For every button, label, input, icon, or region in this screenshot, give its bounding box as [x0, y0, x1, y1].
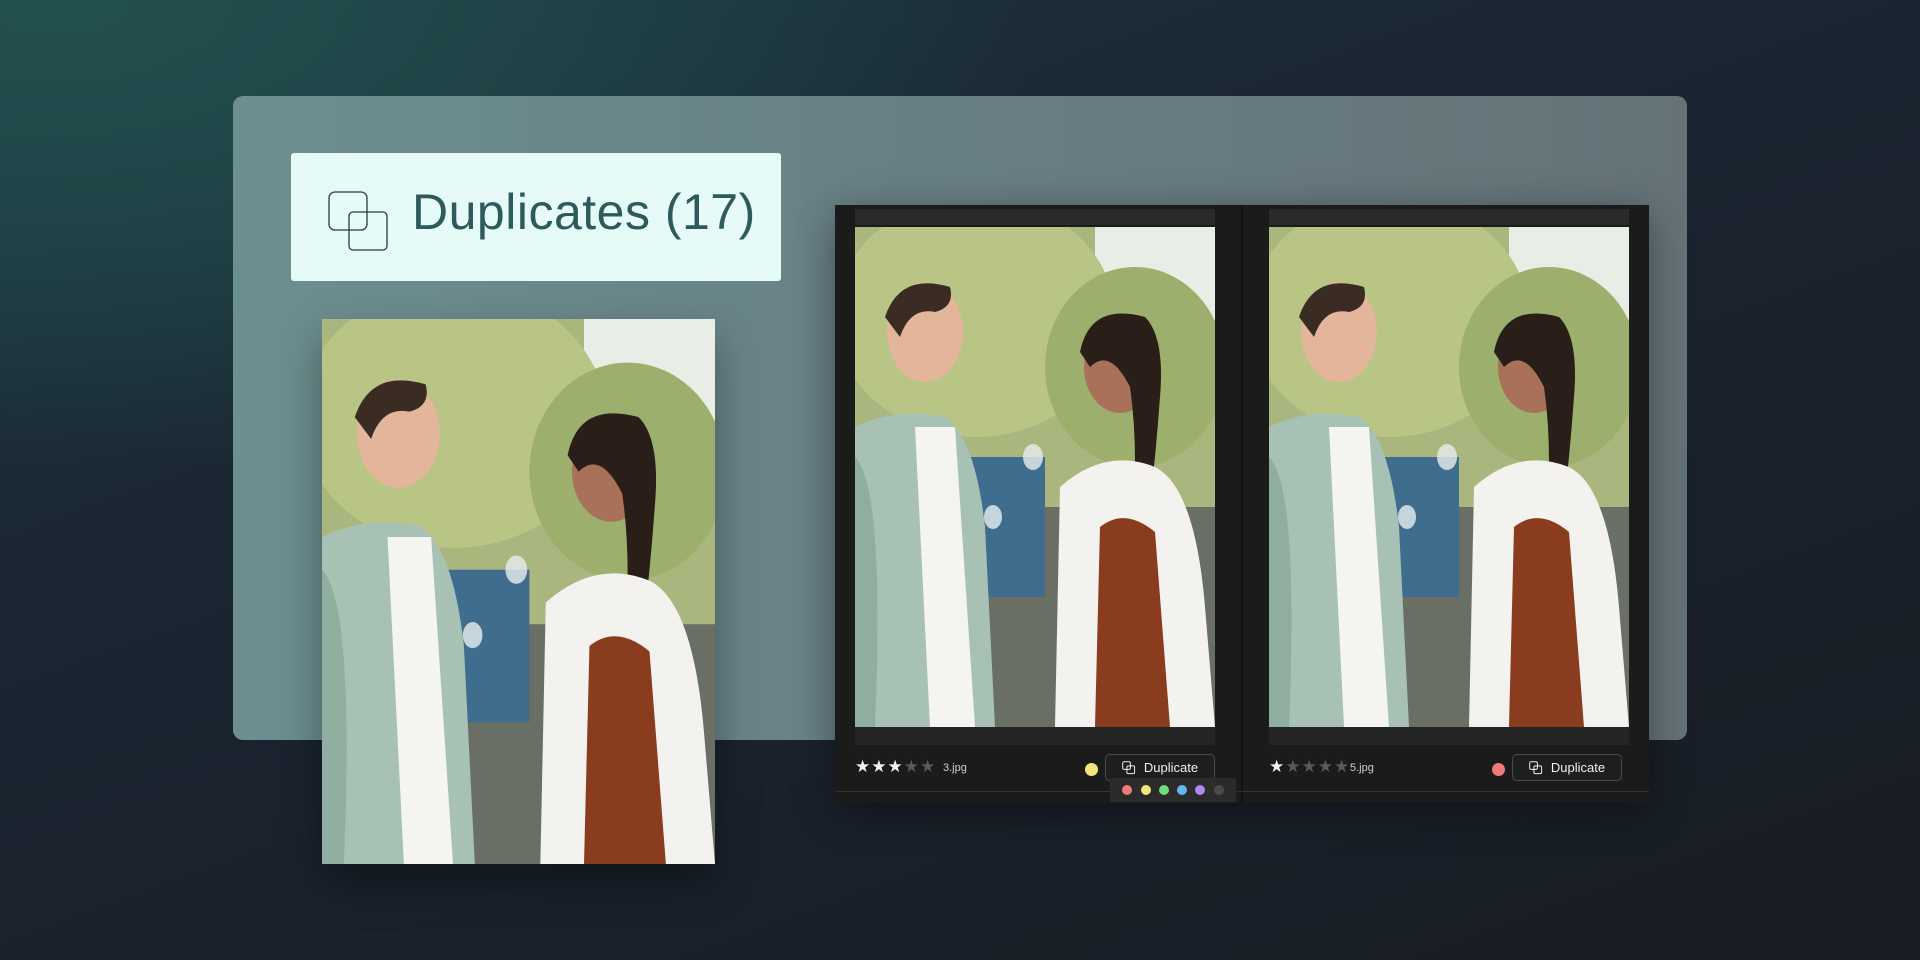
color-option[interactable]: [1213, 785, 1224, 795]
photo-thumbnail[interactable]: [855, 227, 1215, 727]
file-name: 3.jpg: [943, 762, 967, 774]
star-icon[interactable]: ★: [1269, 759, 1284, 776]
star-icon[interactable]: ★: [1302, 759, 1317, 776]
duplicates-title: Duplicates (17): [412, 184, 756, 240]
color-option[interactable]: [1177, 785, 1188, 795]
duplicate-icon: [1122, 761, 1136, 775]
compare-divider[interactable]: [1241, 205, 1243, 803]
compare-window: ★ ★ ★ ★ ★ 3.jpg Duplicate ★ ★ ★ ★ ★ 5.jpg Duplic…: [835, 205, 1649, 803]
star-icon[interactable]: ★: [871, 759, 886, 776]
photo-thumbnail[interactable]: [1269, 227, 1629, 727]
duplicate-icon: [1529, 761, 1543, 775]
star-icon[interactable]: ★: [855, 759, 870, 776]
star-icon[interactable]: ★: [888, 759, 903, 776]
duplicate-button-label: Duplicate: [1143, 760, 1199, 775]
star-icon[interactable]: ★: [920, 759, 935, 776]
color-label-picker: [1110, 778, 1236, 802]
star-icon[interactable]: ★: [1318, 759, 1333, 776]
star-icon[interactable]: ★: [1285, 759, 1300, 776]
color-label-dot[interactable]: [1085, 763, 1098, 776]
color-option[interactable]: [1122, 785, 1133, 795]
compare-pane: ★ ★ ★ ★ ★ 5.jpg Duplicate: [1257, 205, 1645, 791]
duplicate-button[interactable]: Duplicate: [1512, 754, 1622, 781]
star-icon[interactable]: ★: [904, 759, 919, 776]
file-name: 5.jpg: [1350, 762, 1374, 774]
star-rating[interactable]: ★ ★ ★ ★ ★: [855, 759, 935, 776]
compare-pane: ★ ★ ★ ★ ★ 3.jpg Duplicate: [843, 205, 1231, 791]
photo-preview[interactable]: [322, 319, 715, 864]
color-option[interactable]: [1195, 785, 1206, 795]
duplicate-button-label: Duplicate: [1550, 760, 1606, 775]
star-icon[interactable]: ★: [1334, 759, 1349, 776]
color-option[interactable]: [1158, 785, 1169, 795]
color-label-dot[interactable]: [1492, 763, 1505, 776]
star-rating[interactable]: ★ ★ ★ ★ ★: [1269, 759, 1349, 776]
duplicates-header: Duplicates (17): [291, 153, 781, 281]
color-option[interactable]: [1140, 785, 1151, 795]
duplicates-icon: [328, 191, 388, 251]
duplicate-button[interactable]: Duplicate: [1105, 754, 1215, 781]
